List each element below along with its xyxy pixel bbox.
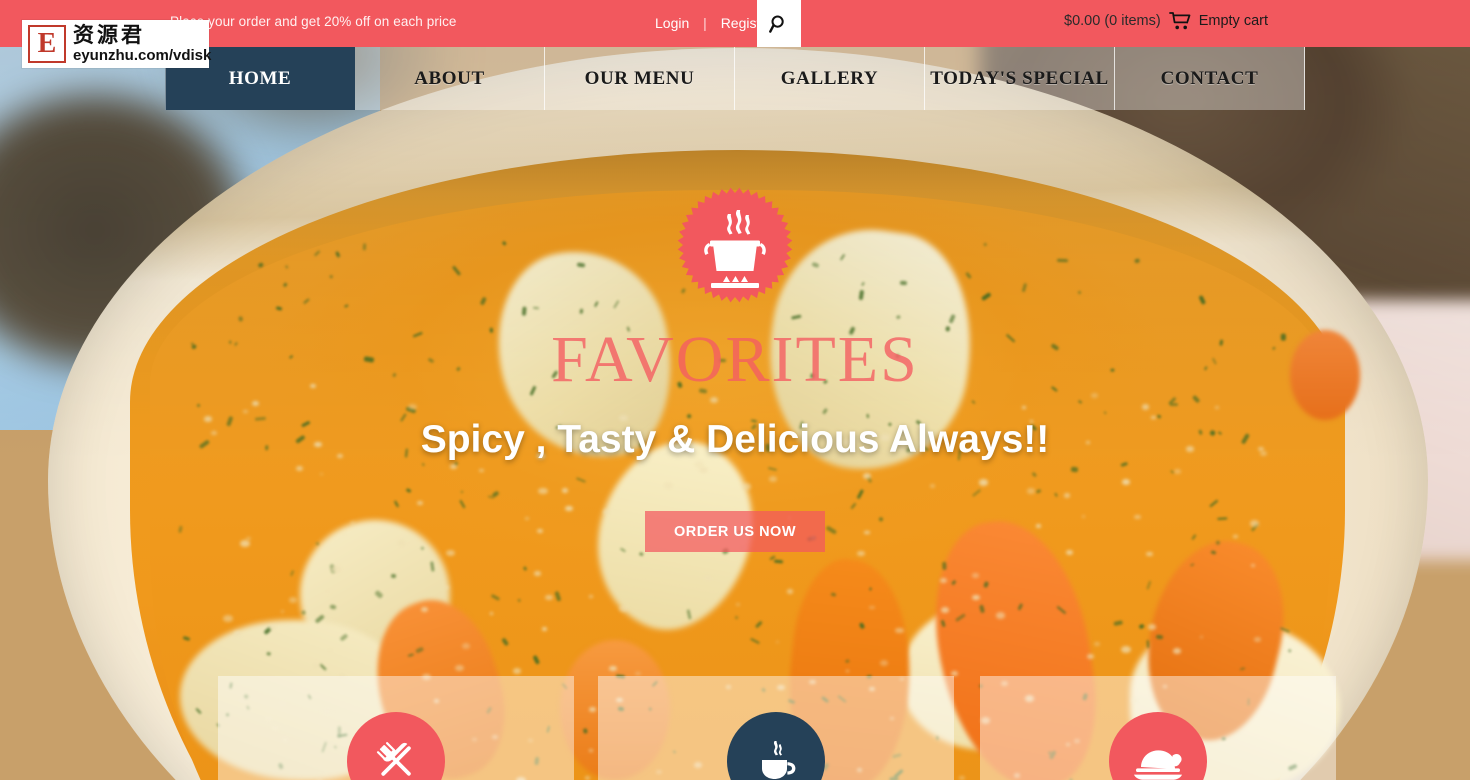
auth-separator: | xyxy=(703,15,707,31)
auth-links: Login | Register xyxy=(655,15,773,31)
promo-text: Place your order and get 20% off on each… xyxy=(170,14,457,29)
nav-item-contact[interactable]: CONTACT xyxy=(1115,47,1305,110)
main-navigation: HOME ABOUT OUR MENU GALLERY TODAY'S SPEC… xyxy=(165,47,1305,110)
nav-label: TODAY'S SPECIAL xyxy=(930,67,1109,89)
feature-cards xyxy=(0,676,1470,780)
nav-item-our-menu[interactable]: OUR MENU xyxy=(545,47,735,110)
feature-card-specials[interactable] xyxy=(980,676,1336,780)
nav-label: OUR MENU xyxy=(584,67,695,89)
nav-label: ABOUT xyxy=(414,67,485,89)
nav-label: CONTACT xyxy=(1160,67,1259,89)
top-bar: Place your order and get 20% off on each… xyxy=(0,0,1470,47)
feature-card-food[interactable] xyxy=(218,676,574,780)
cart-status-label: Empty cart xyxy=(1198,13,1269,29)
watermark-mark: E xyxy=(28,25,66,63)
hero-subtitle: Spicy , Tasty & Delicious Always!! xyxy=(420,418,1050,461)
coffee-cup-icon xyxy=(727,712,825,780)
nav-item-todays-special[interactable]: TODAY'S SPECIAL xyxy=(925,47,1115,110)
shopping-cart-icon xyxy=(1168,11,1191,31)
watermark-text: 资源君 eyunzhu.com/vdisk xyxy=(73,23,212,64)
nav-label: HOME xyxy=(228,67,292,89)
fork-knife-icon xyxy=(347,712,445,780)
cart-summary[interactable]: $0.00 (0 items) Empty cart xyxy=(1064,11,1268,31)
search-button[interactable] xyxy=(757,0,801,47)
watermark-logo: E 资源君 eyunzhu.com/vdisk xyxy=(22,20,212,68)
page-title: FAVORITES xyxy=(551,323,919,396)
watermark-brand: 资源君 xyxy=(73,23,145,47)
order-now-button[interactable]: ORDER US NOW xyxy=(645,511,825,552)
feature-card-drinks[interactable] xyxy=(598,676,954,780)
steaming-pot-icon xyxy=(676,186,794,304)
cart-amount: $0.00 (0 items) xyxy=(1064,13,1161,29)
nav-item-gallery[interactable]: GALLERY xyxy=(735,47,925,110)
search-icon xyxy=(769,14,789,34)
page-root: Place your order and get 20% off on each… xyxy=(0,0,1470,780)
nav-item-about[interactable]: ABOUT xyxy=(355,47,545,110)
nav-label: GALLERY xyxy=(780,67,879,89)
roast-chicken-icon xyxy=(1109,712,1207,780)
login-link[interactable]: Login xyxy=(655,15,689,31)
watermark-url: eyunzhu.com/vdisk xyxy=(73,47,212,64)
